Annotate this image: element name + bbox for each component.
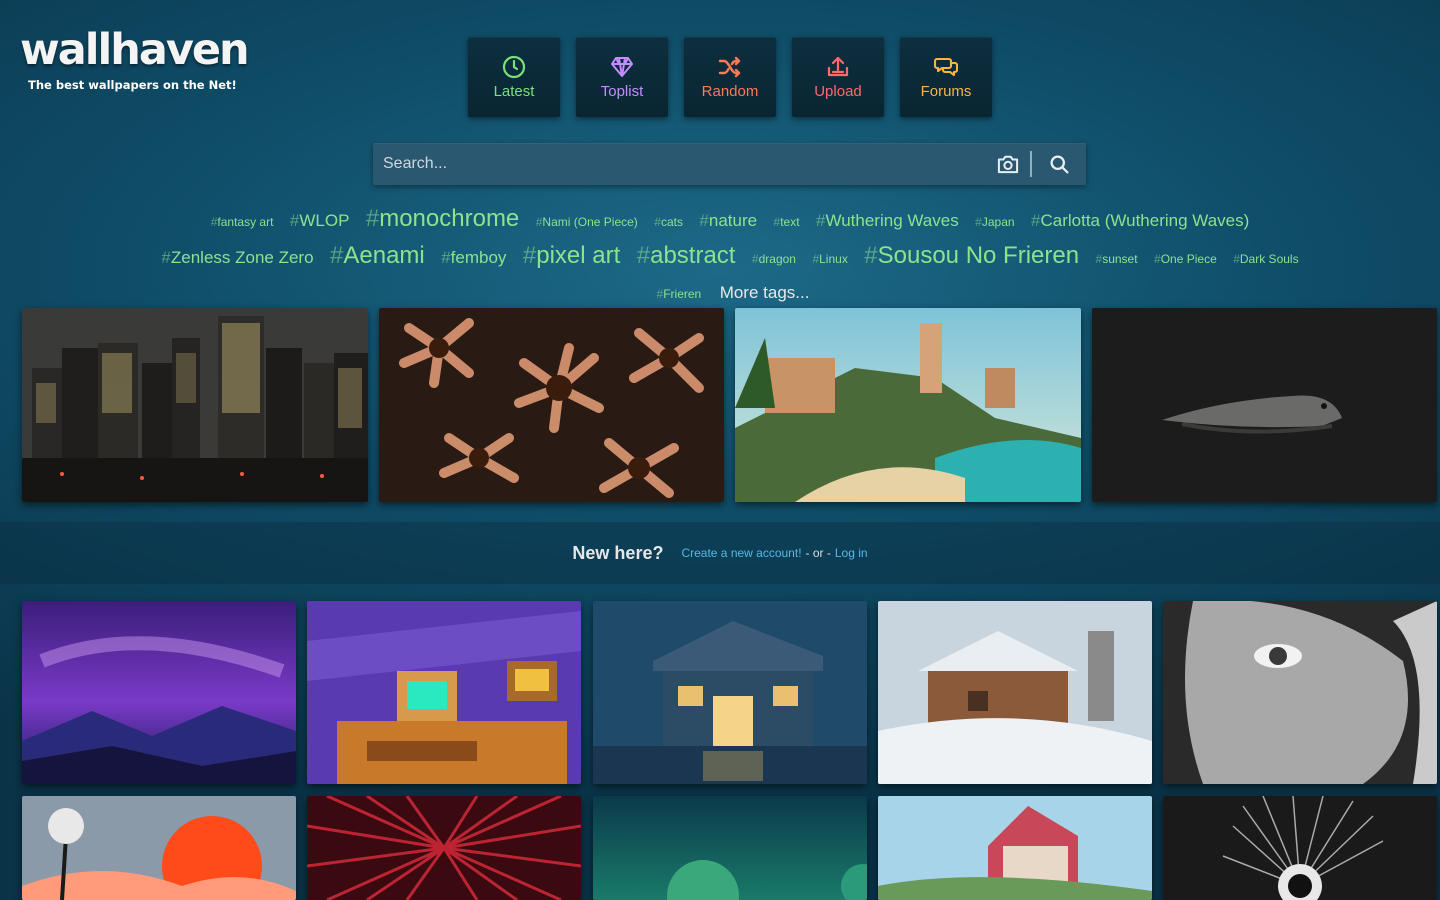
wallpaper-image [22,796,296,900]
wallpaper-image [593,601,867,784]
tag-link[interactable]: #Frieren [657,287,702,301]
tag-link[interactable]: #Linux [812,252,847,266]
wallpaper-image [22,308,368,502]
tag-link[interactable]: #WLOP [290,211,350,230]
nav-forums-button[interactable]: Forums [900,37,992,117]
tag-link[interactable]: #pixel art [523,242,620,269]
wallpaper-thumb[interactable] [878,796,1152,900]
tag-link[interactable]: #cats [654,215,683,229]
tag-link[interactable]: #Aenami [330,242,425,269]
tag-link[interactable]: #abstract [637,242,736,269]
tag-link[interactable]: #dragon [752,252,796,266]
search-bar [373,143,1086,185]
wallpaper-image [1163,601,1437,784]
nav-toplist-label: Toplist [600,82,644,100]
nav-latest-label: Latest [493,82,535,100]
tag-link[interactable]: #Nami (One Piece) [536,215,638,229]
nav-latest-button[interactable]: Latest [468,37,560,117]
wallpaper-image [593,796,867,900]
create-account-link[interactable]: Create a new account! [681,546,801,560]
tag-link[interactable]: #sunset [1096,252,1138,266]
search-submit-button[interactable] [1032,154,1086,175]
search-input[interactable] [373,143,986,185]
main-nav: Latest Toplist Random Upload Forums [468,37,992,117]
featured-wallpaper-thumb[interactable] [1092,308,1437,502]
wallpaper-thumb[interactable] [1163,796,1437,900]
wallpaper-image [307,601,581,784]
logo-wordmark: wallhaven [20,25,250,75]
nav-upload-button[interactable]: Upload [792,37,884,117]
nav-random-label: Random [701,82,759,100]
tag-link[interactable]: #text [774,215,800,229]
tag-link[interactable]: #monochrome [366,205,519,232]
wallpaper-image [1163,796,1437,900]
wallpaper-thumb[interactable] [22,796,296,900]
clock-icon [502,55,526,78]
popular-tags: #fantasy art #WLOP #monochrome #Nami (On… [150,202,1310,311]
camera-icon [997,155,1019,174]
wallpaper-thumb[interactable] [878,601,1152,784]
or-separator: - or - [805,546,831,560]
upload-icon [827,56,849,76]
diamond-icon [611,56,633,77]
chat-icon [934,57,958,76]
wallpaper-thumb[interactable] [593,796,867,900]
nav-forums-label: Forums [920,82,972,100]
reverse-image-search-button[interactable] [986,154,1030,174]
wallpaper-thumb[interactable] [307,601,581,784]
wallpaper-image [735,308,1081,502]
tag-link[interactable]: #fantasy art [211,215,274,229]
nav-random-button[interactable]: Random [684,37,776,117]
tag-link[interactable]: #Zenless Zone Zero [161,248,313,267]
signup-banner: New here? Create a new account! - or - L… [0,522,1440,584]
wallpaper-image [878,601,1152,784]
shuffle-icon [718,56,741,77]
tag-link[interactable]: #femboy [441,248,506,267]
featured-wallpaper-thumb[interactable] [379,308,724,502]
tag-link[interactable]: #Wuthering Waves [816,211,959,230]
featured-wallpaper-thumb[interactable] [735,308,1081,502]
nav-upload-label: Upload [814,82,862,100]
nav-toplist-button[interactable]: Toplist [576,37,668,117]
wallpaper-thumb[interactable] [22,601,296,784]
wallpaper-image [379,308,724,502]
tag-link[interactable]: #Sousou No Frieren [864,242,1079,269]
wallpaper-thumb[interactable] [593,601,867,784]
wallpaper-image [1092,308,1437,502]
wallpaper-image [878,796,1152,900]
wallpaper-thumb[interactable] [307,796,581,900]
login-link[interactable]: Log in [835,546,868,560]
search-icon [1049,154,1069,174]
site-logo[interactable]: wallhaven The best wallpapers on the Net… [20,25,250,92]
tag-link[interactable]: #One Piece [1154,252,1217,266]
tag-link[interactable]: #nature [699,211,757,230]
tag-link[interactable]: #Dark Souls [1233,252,1298,266]
tag-link[interactable]: #Carlotta (Wuthering Waves) [1031,211,1249,230]
tag-link[interactable]: #Japan [975,215,1014,229]
wallpaper-image [307,796,581,900]
logo-tagline: The best wallpapers on the Net! [28,78,237,92]
featured-wallpaper-thumb[interactable] [22,308,368,502]
wallpaper-image [22,601,296,784]
more-tags-link[interactable]: More tags... [720,283,810,302]
new-here-heading: New here? [572,542,664,563]
wallpaper-thumb[interactable] [1163,601,1437,784]
